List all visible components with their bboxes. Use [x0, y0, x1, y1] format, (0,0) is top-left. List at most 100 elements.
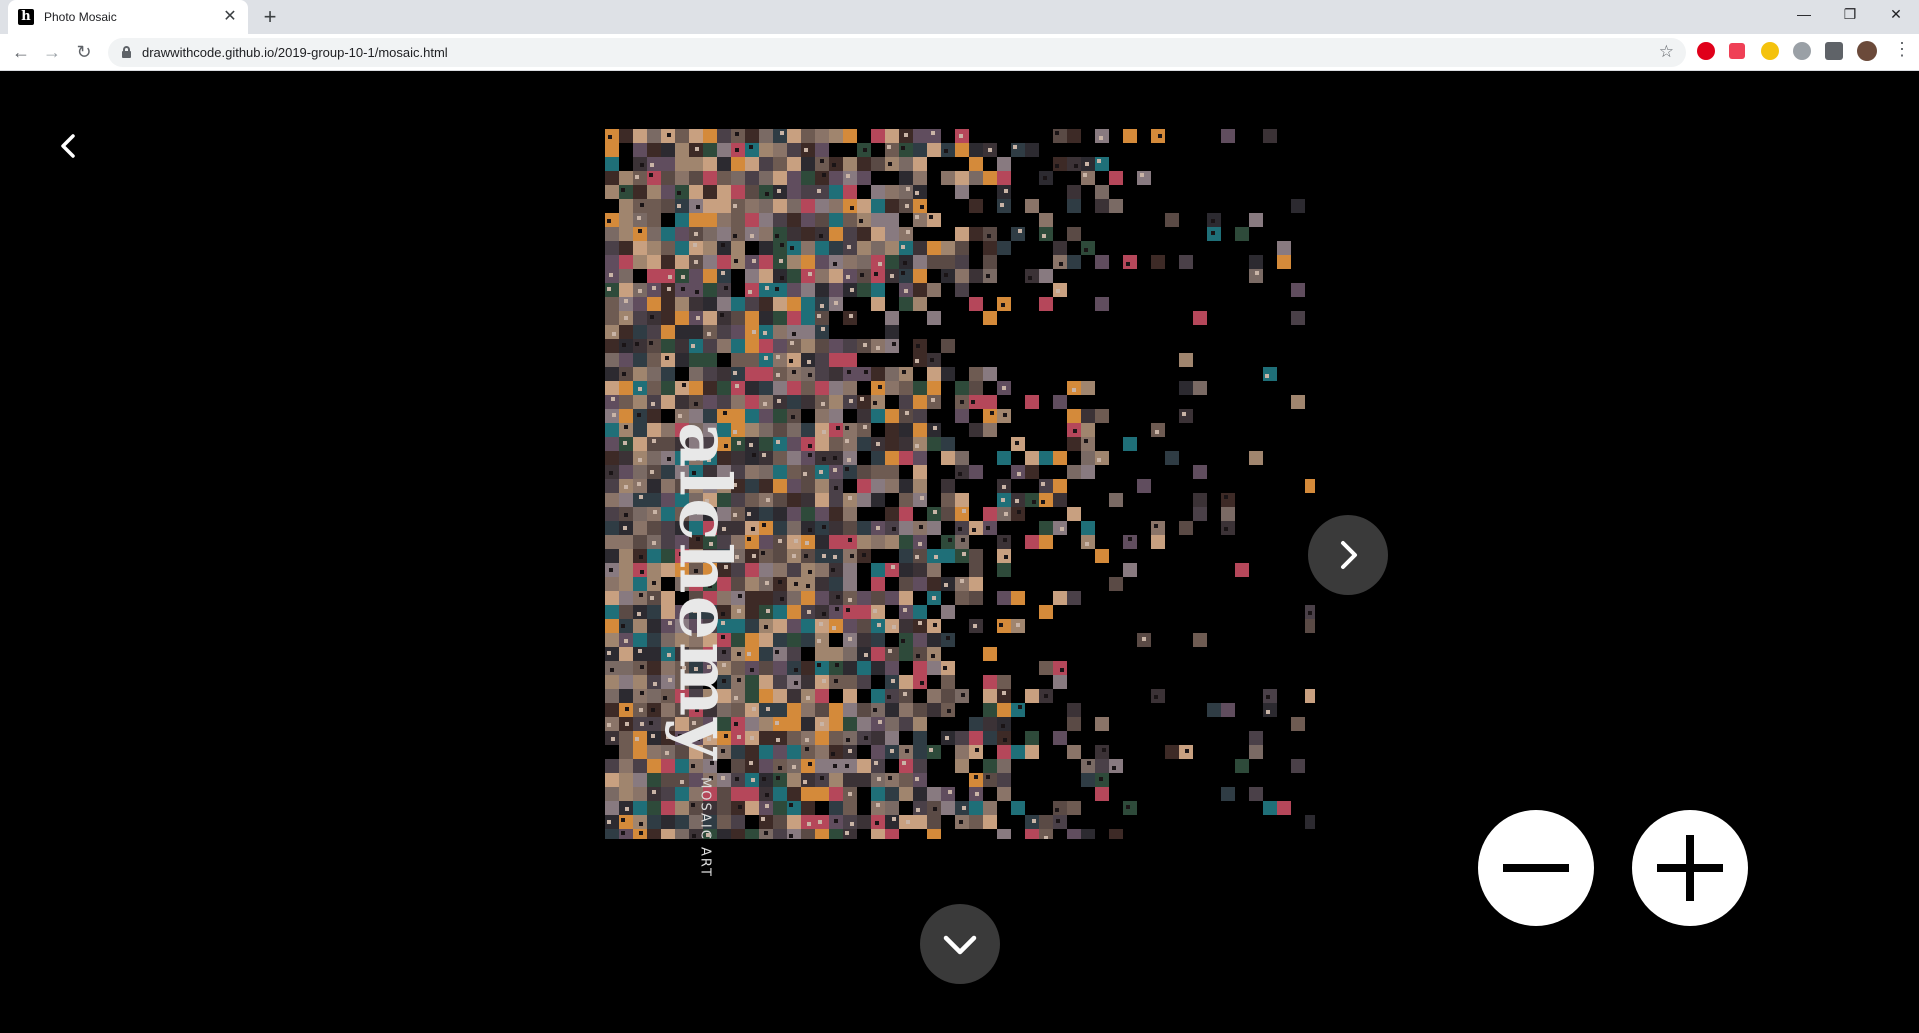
mosaic-tile	[1081, 521, 1095, 535]
mosaic-tile	[815, 731, 829, 745]
mosaic-tile-detail	[667, 133, 671, 137]
opera-icon[interactable]	[1697, 42, 1715, 60]
profile-avatar[interactable]	[1857, 41, 1877, 61]
mosaic-tile	[941, 437, 955, 451]
pocket-icon[interactable]	[1729, 43, 1745, 59]
mosaic-tile	[661, 311, 675, 325]
mosaic-tile	[647, 563, 661, 577]
mosaic-tile-detail	[906, 230, 910, 234]
mosaic-tile-detail	[904, 133, 908, 137]
mosaic-tile-detail	[639, 831, 643, 835]
mosaic-tile	[661, 297, 675, 311]
mosaic-tile-detail	[845, 439, 849, 443]
mosaic-tile-detail	[915, 444, 919, 448]
forward-nav-icon[interactable]: →	[40, 40, 64, 64]
mosaic-tile	[689, 297, 703, 311]
mosaic-tile	[899, 577, 913, 591]
next-button[interactable]	[1308, 515, 1388, 595]
mosaic-tile-detail	[1140, 173, 1144, 177]
window-close-icon[interactable]: ✕	[1873, 0, 1919, 28]
new-tab-icon[interactable]: +	[258, 6, 282, 30]
mosaic-tile-detail	[1000, 203, 1004, 207]
mosaic-tile-detail	[777, 189, 781, 193]
mosaic-tile	[605, 437, 619, 451]
mosaic-tile-detail	[845, 764, 849, 768]
mosaic-tile-detail	[822, 554, 826, 558]
mosaic-tile	[829, 213, 843, 227]
mosaic-tile	[633, 129, 647, 143]
mosaic-tile-detail	[901, 271, 905, 275]
back-nav-icon[interactable]: ←	[9, 40, 33, 64]
mosaic-tile-detail	[847, 458, 851, 462]
mosaic-tile	[983, 311, 997, 325]
mosaic-tile	[619, 465, 633, 479]
mosaic-tile	[675, 129, 689, 143]
mosaic-tile	[759, 255, 773, 269]
mosaic-tile	[801, 213, 815, 227]
mosaic-tile	[1179, 521, 1193, 535]
mosaic-tile	[843, 255, 857, 269]
mosaic-tile-detail	[610, 668, 614, 672]
scroll-down-button[interactable]	[920, 904, 1000, 984]
mosaic-tile-detail	[1211, 231, 1215, 235]
mosaic-tile-detail	[975, 748, 979, 752]
mosaic-tile	[941, 493, 955, 507]
more-icon[interactable]: ⋮	[1893, 39, 1911, 60]
puzzle-icon[interactable]	[1825, 42, 1843, 60]
mosaic-tile	[647, 745, 661, 759]
mosaic-tile	[1291, 717, 1305, 731]
mosaic-tile-detail	[1085, 162, 1089, 166]
back-arrow-icon[interactable]	[54, 131, 84, 161]
mosaic-tile-detail	[649, 173, 653, 177]
bookmark-star-icon[interactable]: ☆	[1659, 42, 1674, 62]
mosaic-tile	[605, 787, 619, 801]
restore-icon[interactable]: ❐	[1827, 0, 1873, 28]
mosaic-tile	[829, 703, 843, 717]
mosaic-tile-detail	[735, 132, 739, 136]
mosaic-tile	[983, 647, 997, 661]
mosaic-tile	[801, 241, 815, 255]
reddit-icon[interactable]	[1793, 42, 1811, 60]
mosaic-tile	[745, 339, 759, 353]
mosaic-tile-detail	[752, 554, 756, 558]
mosaic-tile-detail	[681, 275, 685, 279]
mosaic-tile-detail	[876, 442, 880, 446]
mosaic-tile	[1109, 199, 1123, 213]
mosaic-tile-detail	[734, 259, 738, 263]
minimize-icon[interactable]: —	[1781, 0, 1827, 28]
mosaic-tile-detail	[821, 327, 825, 331]
mosaic-tile	[759, 633, 773, 647]
extension-icon[interactable]	[1761, 42, 1779, 60]
mosaic-tile	[1235, 227, 1249, 241]
zoom-out-button[interactable]	[1478, 810, 1594, 926]
mosaic-tile	[1179, 255, 1193, 269]
mosaic-tile-detail	[691, 344, 695, 348]
mosaic-tile	[787, 703, 801, 717]
mosaic-tile	[773, 675, 787, 689]
mosaic-tile	[857, 661, 871, 675]
mosaic-tile-detail	[888, 776, 892, 780]
mosaic-tile	[633, 619, 647, 633]
mosaic-tile	[927, 661, 941, 675]
browser-tab[interactable]: h Photo Mosaic ✕	[8, 0, 248, 34]
mosaic-tile	[619, 241, 633, 255]
mosaic-tile	[871, 213, 885, 227]
mosaic-tile-detail	[1128, 537, 1132, 541]
address-bar[interactable]: drawwithcode.github.io/2019-group-10-1/m…	[108, 38, 1686, 67]
mosaic-tile-detail	[892, 342, 896, 346]
reload-icon[interactable]: ↻	[72, 40, 96, 64]
mosaic-tile-detail	[933, 510, 937, 514]
zoom-in-button[interactable]	[1632, 810, 1748, 926]
mosaic-tile	[829, 367, 843, 381]
mosaic-tile	[955, 185, 969, 199]
mosaic-tile	[885, 367, 899, 381]
mosaic-tile	[885, 437, 899, 451]
mosaic-tile-detail	[1016, 623, 1020, 627]
mosaic-tile	[605, 227, 619, 241]
mosaic-tile	[1095, 759, 1109, 773]
tab-close-icon[interactable]: ✕	[222, 9, 238, 25]
mosaic-tile	[913, 479, 927, 493]
mosaic-tile	[1081, 423, 1095, 437]
mosaic-tile	[661, 255, 675, 269]
mosaic-tile-detail	[607, 219, 611, 223]
